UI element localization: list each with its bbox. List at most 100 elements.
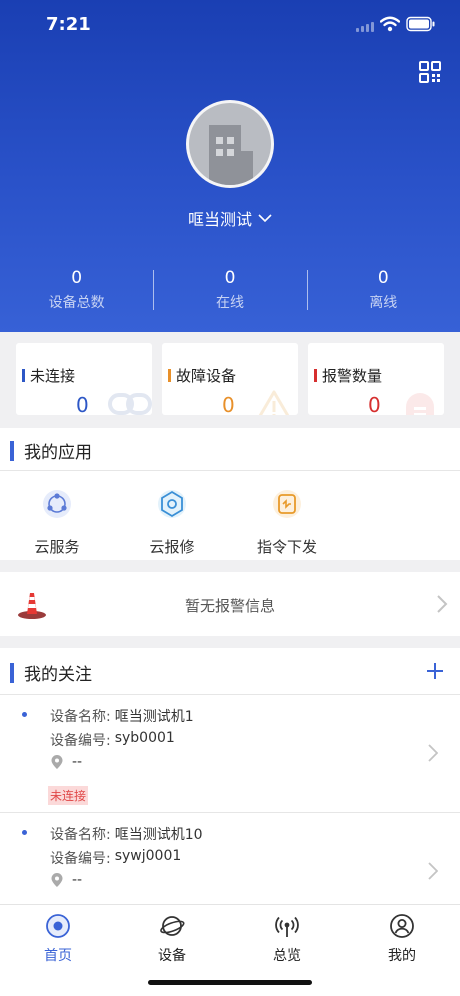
app-cloud-service-label: 云服务 — [34, 538, 80, 556]
card-fault[interactable]: 故障设备 0 — [162, 343, 298, 415]
stat-total-value: 0 — [71, 268, 83, 288]
card-alarm[interactable]: 报警数量 0 — [308, 343, 444, 415]
cloud-repair-icon — [158, 490, 186, 518]
tab-devices-label: 设备 — [158, 948, 186, 964]
stat-online[interactable]: 0 在线 — [153, 268, 306, 314]
app-cloud-repair[interactable]: 云报修 — [132, 488, 212, 557]
device-code-label: 设备编号: — [50, 733, 111, 749]
my-apps-title: 我的应用 — [10, 438, 92, 463]
cloud-service-icon — [43, 490, 71, 518]
stat-total-label: 设备总数 — [48, 295, 105, 311]
device-location-row: -- — [50, 872, 82, 888]
card-accent — [314, 369, 317, 382]
signal-icon — [356, 22, 374, 32]
stat-offline-label: 离线 — [369, 295, 398, 311]
card-accent — [168, 369, 171, 382]
battery-icon — [406, 16, 435, 32]
tab-overview-label: 总览 — [273, 948, 301, 964]
my-follow-title: 我的关注 — [10, 660, 92, 685]
tab-mine[interactable]: 我的 — [362, 913, 442, 965]
card-fault-value: 0 — [222, 393, 235, 415]
user-icon — [390, 914, 414, 938]
chevron-right-icon — [428, 744, 438, 762]
section-accent — [10, 440, 14, 461]
company-avatar[interactable] — [186, 100, 274, 188]
device-code: syb0001 — [114, 730, 175, 746]
card-disconnected-value: 0 — [76, 393, 89, 415]
link-icon — [108, 393, 152, 415]
card-disconnected-title: 未连接 — [22, 365, 75, 386]
tab-devices[interactable]: 设备 — [132, 913, 212, 965]
warning-triangle-icon — [258, 390, 290, 415]
tab-mine-label: 我的 — [388, 948, 416, 964]
stat-divider — [306, 270, 308, 310]
company-selector[interactable]: 哐当测试 — [0, 206, 460, 230]
bullet — [22, 830, 27, 835]
device-name-label: 设备名称: — [50, 709, 111, 725]
location-pin-icon — [51, 755, 63, 769]
tab-home-label: 首页 — [44, 948, 72, 964]
chevron-right-icon — [437, 595, 448, 613]
card-disconnected[interactable]: 未连接 0 — [16, 343, 152, 415]
device-item[interactable]: 设备名称: 哐当测试机1 设备编号: syb0001 -- 未连接 — [0, 694, 460, 812]
card-disconnected-label: 未连接 — [30, 367, 76, 385]
device-code: sywj0001 — [114, 848, 182, 864]
status-time: 7:21 — [46, 14, 91, 35]
wifi-icon — [380, 16, 400, 32]
device-name: 哐当测试机1 — [114, 709, 194, 725]
device-stats: 0 设备总数 0 在线 0 离线 — [0, 268, 460, 314]
alarm-bell-icon — [406, 393, 434, 415]
divider — [0, 470, 460, 471]
card-alarm-label: 报警数量 — [322, 367, 383, 385]
tab-home[interactable]: 首页 — [18, 913, 98, 965]
my-apps-title-text: 我的应用 — [24, 443, 92, 463]
device-location: -- — [72, 754, 83, 770]
app-command-dispatch-label: 指令下发 — [256, 538, 317, 556]
bullet — [22, 712, 27, 717]
plus-icon[interactable] — [424, 660, 446, 682]
status-badge: 未连接 — [48, 786, 89, 805]
card-fault-label: 故障设备 — [176, 367, 237, 385]
app-cloud-repair-label: 云报修 — [149, 538, 195, 556]
chevron-right-icon — [428, 862, 438, 880]
command-dispatch-icon — [273, 490, 301, 518]
card-fault-title: 故障设备 — [168, 365, 236, 386]
device-name: 哐当测试机10 — [114, 827, 203, 843]
card-alarm-value: 0 — [368, 393, 381, 415]
device-code-row: 设备编号: sywj0001 — [50, 848, 181, 868]
stat-offline[interactable]: 0 离线 — [306, 268, 460, 314]
device-name-row: 设备名称: 哐当测试机10 — [50, 824, 203, 844]
tab-overview[interactable]: 总览 — [247, 913, 327, 965]
stat-total[interactable]: 0 设备总数 — [0, 268, 153, 314]
card-accent — [22, 369, 25, 382]
my-follow-section: 我的关注 设备名称: 哐当测试机1 设备编号: syb0001 -- 未连接 设… — [0, 648, 460, 904]
alarm-message: 暂无报警信息 — [184, 597, 275, 615]
stat-online-label: 在线 — [215, 295, 244, 311]
app-command-dispatch[interactable]: 指令下发 — [247, 488, 327, 557]
qr-code-icon[interactable] — [418, 60, 442, 84]
device-location-row: -- — [50, 754, 82, 770]
stat-online-value: 0 — [224, 268, 236, 288]
my-follow-title-text: 我的关注 — [24, 665, 92, 685]
home-icon — [46, 914, 70, 938]
building-icon — [209, 125, 253, 185]
alarm-bar[interactable]: 暂无报警信息 — [0, 572, 460, 636]
status-cards: 未连接 0 故障设备 0 报警数量 0 — [0, 332, 460, 428]
app-cloud-service[interactable]: 云服务 — [17, 488, 97, 557]
planet-icon — [160, 916, 185, 936]
header: 7:21 哐当测试 0 设备总数 0 在线 0 离线 — [0, 0, 460, 332]
device-code-row: 设备编号: syb0001 — [50, 730, 175, 750]
location-pin-icon — [51, 873, 63, 887]
my-apps-section: 我的应用 云服务 云报修 指令下发 — [0, 428, 460, 560]
device-location: -- — [72, 872, 83, 888]
device-name-row: 设备名称: 哐当测试机1 — [50, 706, 194, 726]
device-name-label: 设备名称: — [50, 827, 111, 843]
section-accent — [10, 662, 14, 683]
stat-offline-value: 0 — [377, 268, 389, 288]
company-name: 哐当测试 — [187, 210, 252, 229]
stat-divider — [153, 270, 155, 310]
chevron-down-icon — [258, 214, 272, 223]
home-indicator — [148, 980, 312, 985]
device-item[interactable]: 设备名称: 哐当测试机10 设备编号: sywj0001 -- — [0, 812, 460, 904]
broadcast-icon — [275, 916, 299, 937]
